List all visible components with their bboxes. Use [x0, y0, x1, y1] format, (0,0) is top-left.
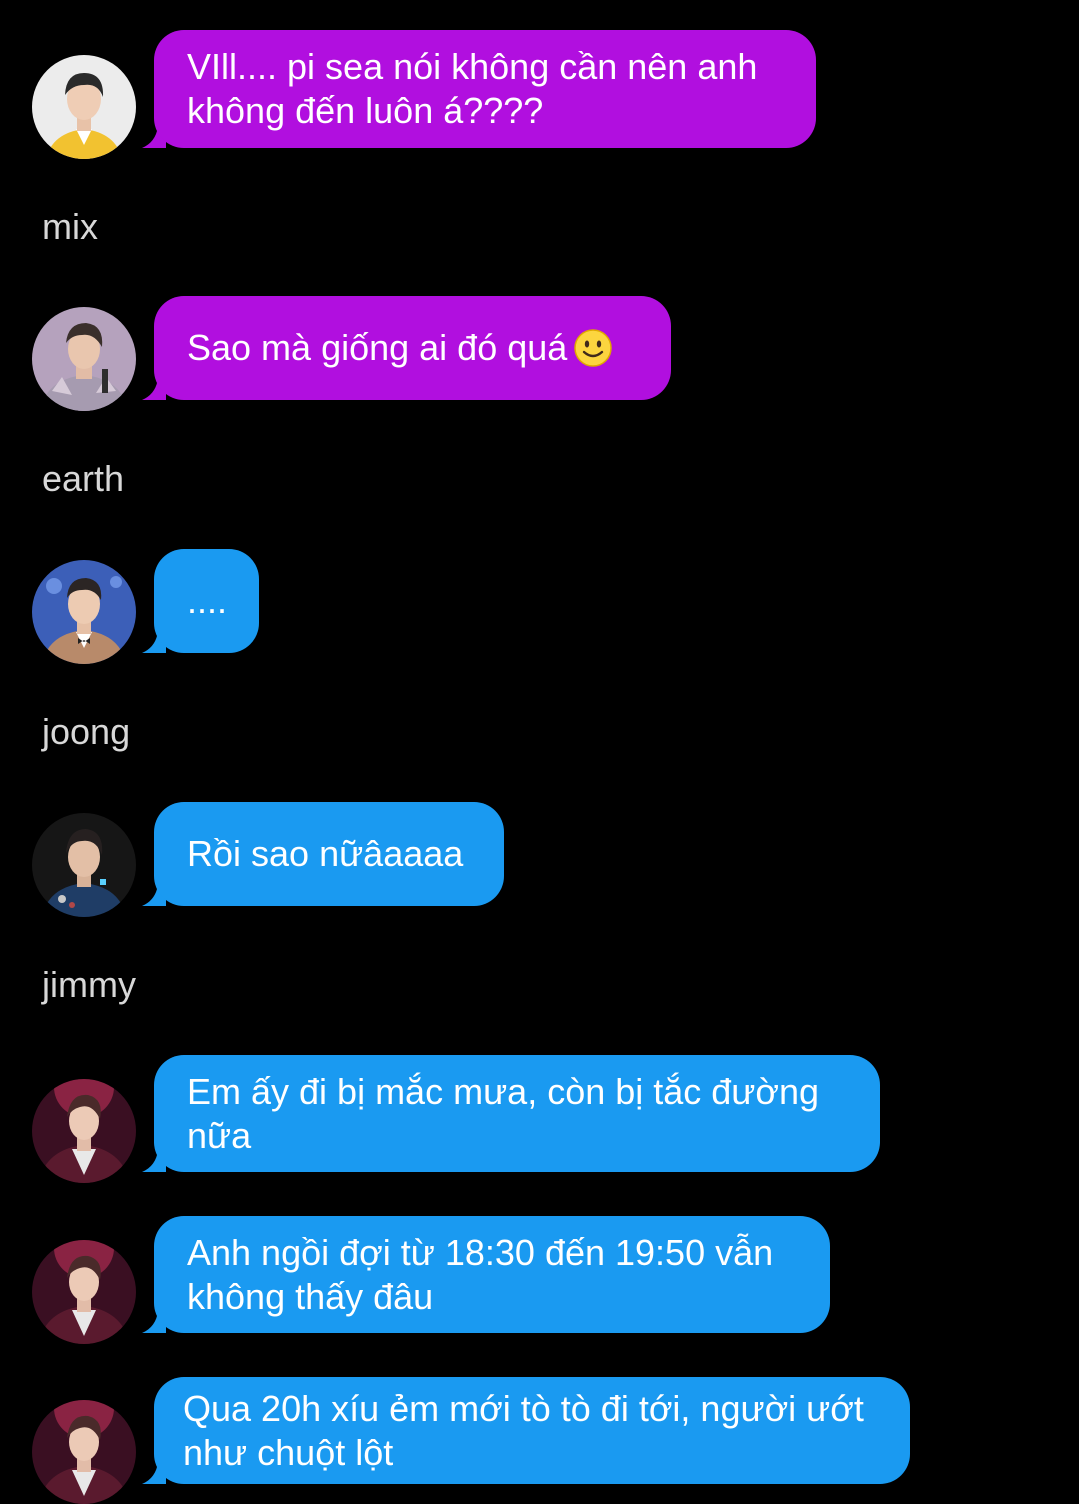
message-bubble[interactable]: Qua 20h xíu ẻm mới tò tò đi tới, người ư…: [154, 1377, 910, 1484]
message-text: VIll.... pi sea nói không cần nên anh: [187, 46, 758, 87]
sender-name-jimmy: jimmy: [42, 964, 136, 1005]
message-text: Rồi sao nữâaaaa: [187, 833, 464, 874]
message-bubble[interactable]: ....: [154, 549, 259, 653]
message-text: như chuột lột: [183, 1431, 394, 1473]
message-text: nữa: [187, 1114, 252, 1156]
message-text: Qua 20h xíu ẻm mới tò tò đi tới, người ư…: [183, 1387, 864, 1429]
message-bubble[interactable]: Sao mà giống ai đó quá: [154, 296, 671, 400]
message-text: Em ấy đi bị mắc mưa, còn bị tắc đường: [187, 1070, 820, 1112]
message-bubble[interactable]: Rồi sao nữâaaaa: [154, 802, 504, 906]
message-text: không đến luôn á????: [187, 90, 544, 131]
message-bubble[interactable]: VIll.... pi sea nói không cần nên anh kh…: [154, 30, 816, 148]
avatar-joong-icon[interactable]: [32, 560, 136, 664]
avatar-mix-icon[interactable]: [32, 55, 136, 159]
message-bubble[interactable]: Em ấy đi bị mắc mưa, còn bị tắc đường nữ…: [154, 1055, 880, 1172]
message-text-row: Sao mà giống ai đó quá: [187, 326, 638, 370]
sender-name-earth: earth: [42, 458, 125, 499]
message-bubble[interactable]: Anh ngồi đợi từ 18:30 đến 19:50 vẫn khôn…: [154, 1216, 830, 1333]
avatar-earth-icon[interactable]: [32, 307, 136, 411]
message-text: ....: [187, 580, 228, 621]
sender-name-joong: joong: [42, 711, 131, 752]
message-text: Anh ngồi đợi từ 18:30 đến 19:50 vẫn: [187, 1231, 774, 1273]
message-text: Sao mà giống ai đó quá: [187, 327, 568, 368]
avatar-icon[interactable]: [32, 1240, 136, 1344]
sender-name-mix: mix: [42, 206, 98, 247]
avatar-jimmy-icon[interactable]: [32, 813, 136, 917]
message-text: không thấy đâu: [187, 1275, 434, 1317]
avatar-icon[interactable]: [32, 1079, 136, 1183]
slightly-smiling-face-icon: [573, 328, 613, 368]
avatar-icon[interactable]: [32, 1400, 136, 1504]
